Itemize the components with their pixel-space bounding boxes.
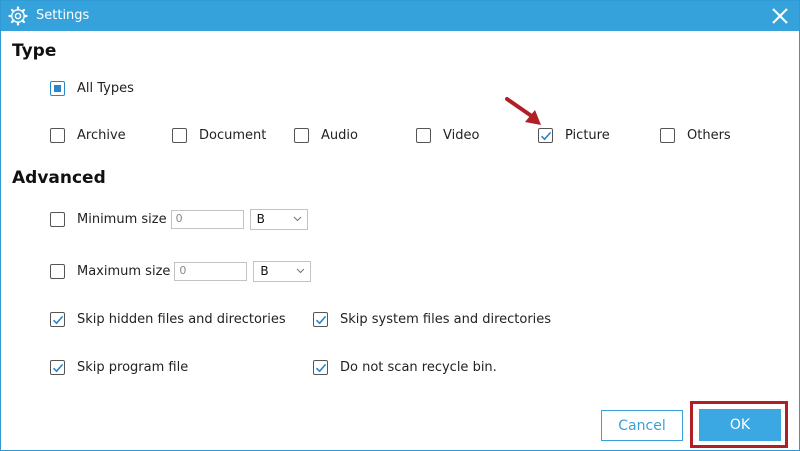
video-checkbox[interactable] (416, 128, 431, 143)
type-option-video[interactable]: Video (416, 128, 479, 143)
document-checkbox[interactable] (172, 128, 187, 143)
type-heading: Type (12, 41, 57, 61)
audio-checkbox[interactable] (294, 128, 309, 143)
audio-label: Audio (321, 128, 358, 143)
type-option-audio[interactable]: Audio (294, 128, 358, 143)
title-bar: Settings (1, 1, 799, 31)
maximum-size-label: Maximum size (77, 264, 171, 279)
skip-system-option[interactable]: Skip system files and directories (313, 312, 551, 327)
skip-hidden-label: Skip hidden files and directories (77, 312, 286, 327)
maximum-size-input[interactable]: 0 (174, 262, 248, 281)
chevron-down-icon (297, 268, 305, 274)
skip-hidden-option[interactable]: Skip hidden files and directories (50, 312, 286, 327)
others-label: Others (687, 128, 731, 143)
chevron-down-icon (293, 216, 301, 222)
type-option-others[interactable]: Others (660, 128, 731, 143)
minimum-size-unit: B (256, 212, 265, 226)
skip-program-option[interactable]: Skip program file (50, 360, 188, 375)
type-option-archive[interactable]: Archive (50, 128, 126, 143)
document-label: Document (199, 128, 267, 143)
type-option-document[interactable]: Document (172, 128, 266, 143)
gear-icon (8, 6, 28, 26)
maximum-size-checkbox[interactable] (50, 264, 65, 279)
minimum-size-unit-select[interactable]: B (249, 209, 308, 230)
others-checkbox[interactable] (660, 128, 675, 143)
no-recycle-checkbox[interactable] (313, 360, 328, 375)
maximum-size-unit-select[interactable]: B (253, 261, 312, 282)
maximum-size-row: Maximum size 0 B (50, 261, 312, 282)
settings-dialog: Settings Type All Types Archive Document… (0, 0, 800, 451)
minimum-size-input[interactable]: 0 (170, 210, 244, 229)
video-label: Video (443, 128, 480, 143)
archive-checkbox[interactable] (50, 128, 65, 143)
check-icon (540, 131, 552, 141)
red-arrow-icon (505, 97, 541, 125)
archive-label: Archive (77, 128, 126, 143)
all-types-option[interactable]: All Types (50, 81, 134, 96)
check-icon (52, 315, 64, 325)
all-types-label: All Types (77, 81, 134, 96)
minimum-size-row: Minimum size 0 B (50, 209, 308, 230)
skip-program-label: Skip program file (77, 360, 189, 375)
no-recycle-label: Do not scan recycle bin. (340, 360, 497, 375)
minimum-size-checkbox[interactable] (50, 212, 65, 227)
all-types-checkbox[interactable] (50, 81, 65, 96)
window-title: Settings (36, 8, 90, 23)
close-icon[interactable] (769, 5, 791, 27)
minimum-size-label: Minimum size (77, 212, 167, 227)
picture-label: Picture (565, 128, 610, 143)
cancel-button[interactable]: Cancel (601, 410, 683, 441)
ok-button[interactable]: OK (699, 409, 781, 441)
skip-program-checkbox[interactable] (50, 360, 65, 375)
maximum-size-unit: B (260, 264, 269, 278)
check-icon (315, 363, 327, 373)
type-option-picture[interactable]: Picture (538, 128, 610, 143)
no-recycle-option[interactable]: Do not scan recycle bin. (313, 360, 497, 375)
advanced-heading: Advanced (12, 168, 106, 188)
check-icon (52, 363, 64, 373)
skip-system-checkbox[interactable] (313, 312, 328, 327)
check-icon (315, 315, 327, 325)
skip-hidden-checkbox[interactable] (50, 312, 65, 327)
skip-system-label: Skip system files and directories (340, 312, 552, 327)
